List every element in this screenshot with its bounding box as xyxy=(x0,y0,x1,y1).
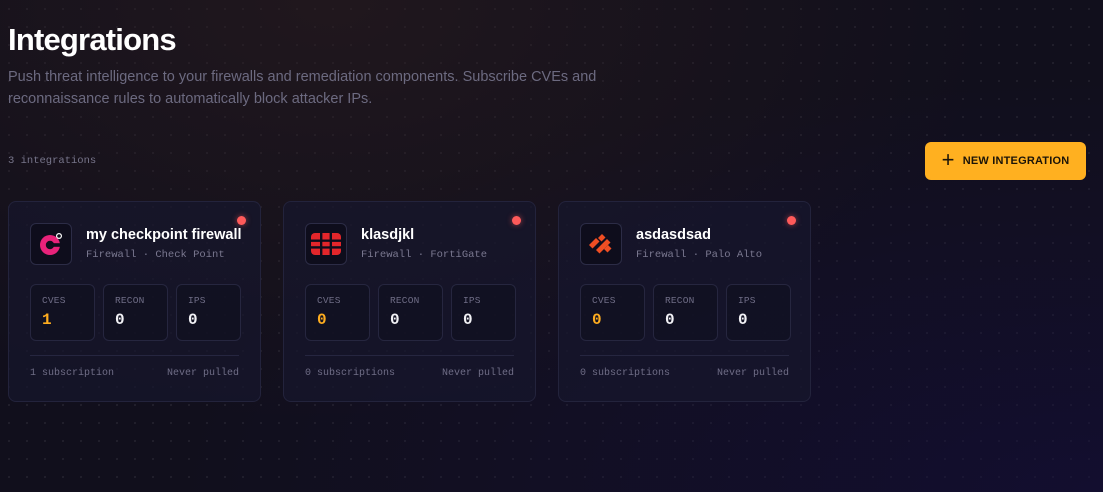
stat-label: RECON xyxy=(665,295,695,306)
card-divider xyxy=(305,355,514,356)
integration-vendor: FortiGate xyxy=(430,249,488,261)
stat-label: IPS xyxy=(463,295,481,306)
new-integration-label: NEW INTEGRATION xyxy=(962,155,1070,167)
subscriptions-count: 0 subscriptions xyxy=(580,368,671,379)
stat-label: CVES xyxy=(317,295,341,306)
card-divider xyxy=(30,355,239,356)
integration-vendor: Palo Alto xyxy=(705,249,763,261)
stat-value: 0 xyxy=(188,311,198,329)
stat-cves: CVES 0 xyxy=(305,284,370,341)
stat-label: RECON xyxy=(390,295,420,306)
last-pulled: Never pulled xyxy=(166,368,239,379)
stat-value: 0 xyxy=(463,311,473,329)
integration-card[interactable]: my checkpoint firewall Firewall · Check … xyxy=(8,201,261,402)
stat-label: IPS xyxy=(738,295,756,306)
integration-name: klasdjkl xyxy=(361,227,415,243)
integration-type: Firewall xyxy=(636,249,687,261)
stats-row: CVES 1 RECON 0 IPS 0 xyxy=(30,284,241,341)
integration-name: my checkpoint firewall xyxy=(86,227,242,243)
stat-recon: RECON 0 xyxy=(378,284,443,341)
stat-value: 0 xyxy=(390,311,400,329)
check-point-logo-icon xyxy=(30,223,72,265)
stats-row: CVES 0 RECON 0 IPS 0 xyxy=(580,284,791,341)
last-pulled: Never pulled xyxy=(716,368,789,379)
page-subtitle: Push threat intelligence to your firewal… xyxy=(8,69,597,107)
stat-value: 1 xyxy=(42,311,52,329)
card-divider xyxy=(580,355,789,356)
integration-type: Firewall xyxy=(361,249,412,261)
stats-row: CVES 0 RECON 0 IPS 0 xyxy=(305,284,516,341)
new-integration-button[interactable]: + NEW INTEGRATION xyxy=(925,142,1086,180)
integration-meta: Firewall · Check Point xyxy=(86,249,225,261)
fortigate-logo-icon xyxy=(305,223,347,265)
status-dot xyxy=(787,216,796,225)
integration-vendor: Check Point xyxy=(155,249,225,261)
stat-value: 0 xyxy=(592,311,602,329)
page-title: Integrations xyxy=(8,22,177,57)
integration-card[interactable]: asdasdsad Firewall · Palo Alto CVES 0 RE… xyxy=(558,201,811,402)
subscriptions-count: 1 subscription xyxy=(30,368,115,379)
integration-name: asdasdsad xyxy=(636,227,711,243)
stat-value: 0 xyxy=(317,311,327,329)
stat-value: 0 xyxy=(738,311,748,329)
stat-recon: RECON 0 xyxy=(653,284,718,341)
stat-cves: CVES 1 xyxy=(30,284,95,341)
stat-label: CVES xyxy=(42,295,66,306)
stat-label: IPS xyxy=(188,295,206,306)
status-dot xyxy=(237,216,246,225)
stat-ips: IPS 0 xyxy=(176,284,241,341)
last-pulled: Never pulled xyxy=(441,368,514,379)
stat-value: 0 xyxy=(665,311,675,329)
integration-meta: Firewall · Palo Alto xyxy=(636,249,763,261)
plus-icon: + xyxy=(941,147,955,172)
palo-alto-logo-icon xyxy=(580,223,622,265)
integration-type: Firewall xyxy=(86,249,137,261)
subscriptions-count: 0 subscriptions xyxy=(305,368,396,379)
stat-recon: RECON 0 xyxy=(103,284,168,341)
stat-label: RECON xyxy=(115,295,145,306)
stat-cves: CVES 0 xyxy=(580,284,645,341)
stat-ips: IPS 0 xyxy=(451,284,516,341)
integration-card[interactable]: klasdjkl Firewall · FortiGate CVES 0 REC… xyxy=(283,201,536,402)
stat-label: CVES xyxy=(592,295,616,306)
status-dot xyxy=(512,216,521,225)
integrations-count: 3 integrations xyxy=(8,155,97,167)
integration-meta: Firewall · FortiGate xyxy=(361,249,488,261)
stat-value: 0 xyxy=(115,311,125,329)
stat-ips: IPS 0 xyxy=(726,284,791,341)
